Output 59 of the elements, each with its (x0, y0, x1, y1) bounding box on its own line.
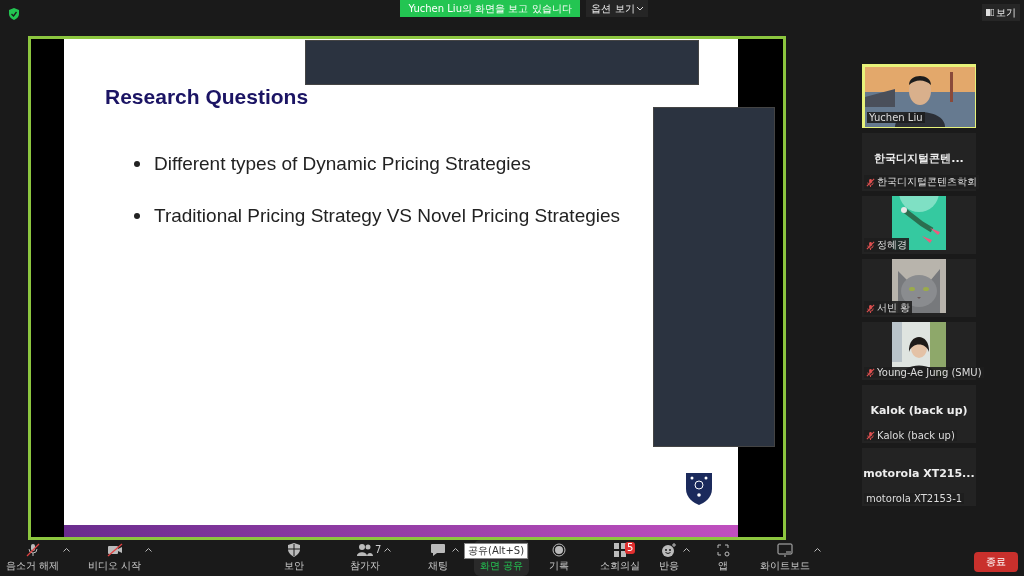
smiley-icon (661, 543, 677, 557)
caret-icon[interactable] (452, 548, 459, 552)
caret-icon[interactable] (814, 548, 821, 552)
record-icon (551, 543, 567, 557)
view-options-button[interactable]: 옵션 보기 (586, 0, 648, 17)
shield-icon (8, 8, 20, 20)
participant-tile[interactable]: Kalok (back up) Kalok (back up) (862, 385, 976, 443)
caret-icon[interactable] (145, 548, 153, 552)
caret-icon[interactable] (683, 548, 690, 552)
participant-tile[interactable]: 한국디지털콘텐... 한국디지털콘텐츠학회 (862, 133, 976, 191)
muted-mic-icon (866, 177, 875, 187)
shield-icon (286, 543, 302, 557)
muted-mic-icon (866, 240, 875, 250)
participant-display-name: motorola XT215... (863, 466, 975, 480)
participant-tile[interactable]: Yuchen Liu (862, 64, 976, 128)
security-button[interactable]: 보안 (278, 540, 310, 576)
layout-icon (986, 9, 994, 16)
mic-button[interactable]: 음소거 해제 (0, 540, 66, 576)
participant-name: motorola XT2153-1 (866, 493, 963, 504)
video-off-icon (106, 543, 123, 557)
participant-count: 7 (375, 544, 382, 555)
whiteboard-icon (777, 543, 793, 557)
chat-button[interactable]: 채팅 (422, 540, 454, 576)
sharing-banner: Yuchen Liu의 화면을 보고 있습니다 (400, 0, 580, 17)
apps-button[interactable]: 앱 (709, 540, 737, 576)
shortcut-tooltip: 공유(Alt+S) (464, 543, 529, 559)
participant-name: 한국디지털콘텐츠학회 (877, 175, 977, 189)
chevron-icon (636, 6, 643, 11)
reactions-button[interactable]: 반응 (653, 540, 685, 576)
participant-tile[interactable]: 정혜경 (862, 196, 976, 254)
grid-icon (612, 543, 628, 557)
participant-tile[interactable]: 서빈 황 (862, 259, 976, 317)
chat-icon (430, 543, 446, 557)
end-button[interactable]: 종료 (974, 552, 1018, 572)
participant-name: 서빈 황 (877, 301, 911, 315)
participant-name: Kalok (back up) (877, 430, 955, 441)
whiteboard-button[interactable]: 화이트보드 (754, 540, 816, 576)
participant-display-name: 한국디지털콘텐... (874, 150, 964, 166)
participant-name: Yuchen Liu (869, 112, 923, 123)
breakout-button[interactable]: 5 소회의실 (594, 540, 646, 576)
count-badge: 5 (625, 542, 636, 554)
participants-button[interactable]: 7 참가자 (344, 540, 386, 576)
participant-display-name: Kalok (back up) (870, 403, 968, 417)
slide-title: Research Questions (105, 85, 310, 109)
participant-name: 정혜경 (877, 238, 907, 252)
view-button[interactable]: 보기 (982, 4, 1020, 21)
muted-mic-icon (866, 368, 875, 377)
muted-mic-icon (866, 303, 875, 313)
muted-mic-icon (24, 543, 41, 557)
muted-mic-icon (866, 431, 875, 440)
apps-icon (715, 543, 731, 557)
video-button[interactable]: 비디오 시작 (82, 540, 148, 576)
caret-icon[interactable] (63, 548, 71, 552)
people-icon (357, 543, 373, 557)
caret-icon[interactable] (384, 548, 391, 552)
participant-name: Young-Ae Jung (SMU) (877, 367, 982, 378)
crest-icon (686, 473, 712, 505)
participant-tile[interactable]: motorola XT215... motorola XT2153-1 (862, 448, 976, 506)
record-button[interactable]: 기록 (543, 540, 575, 576)
